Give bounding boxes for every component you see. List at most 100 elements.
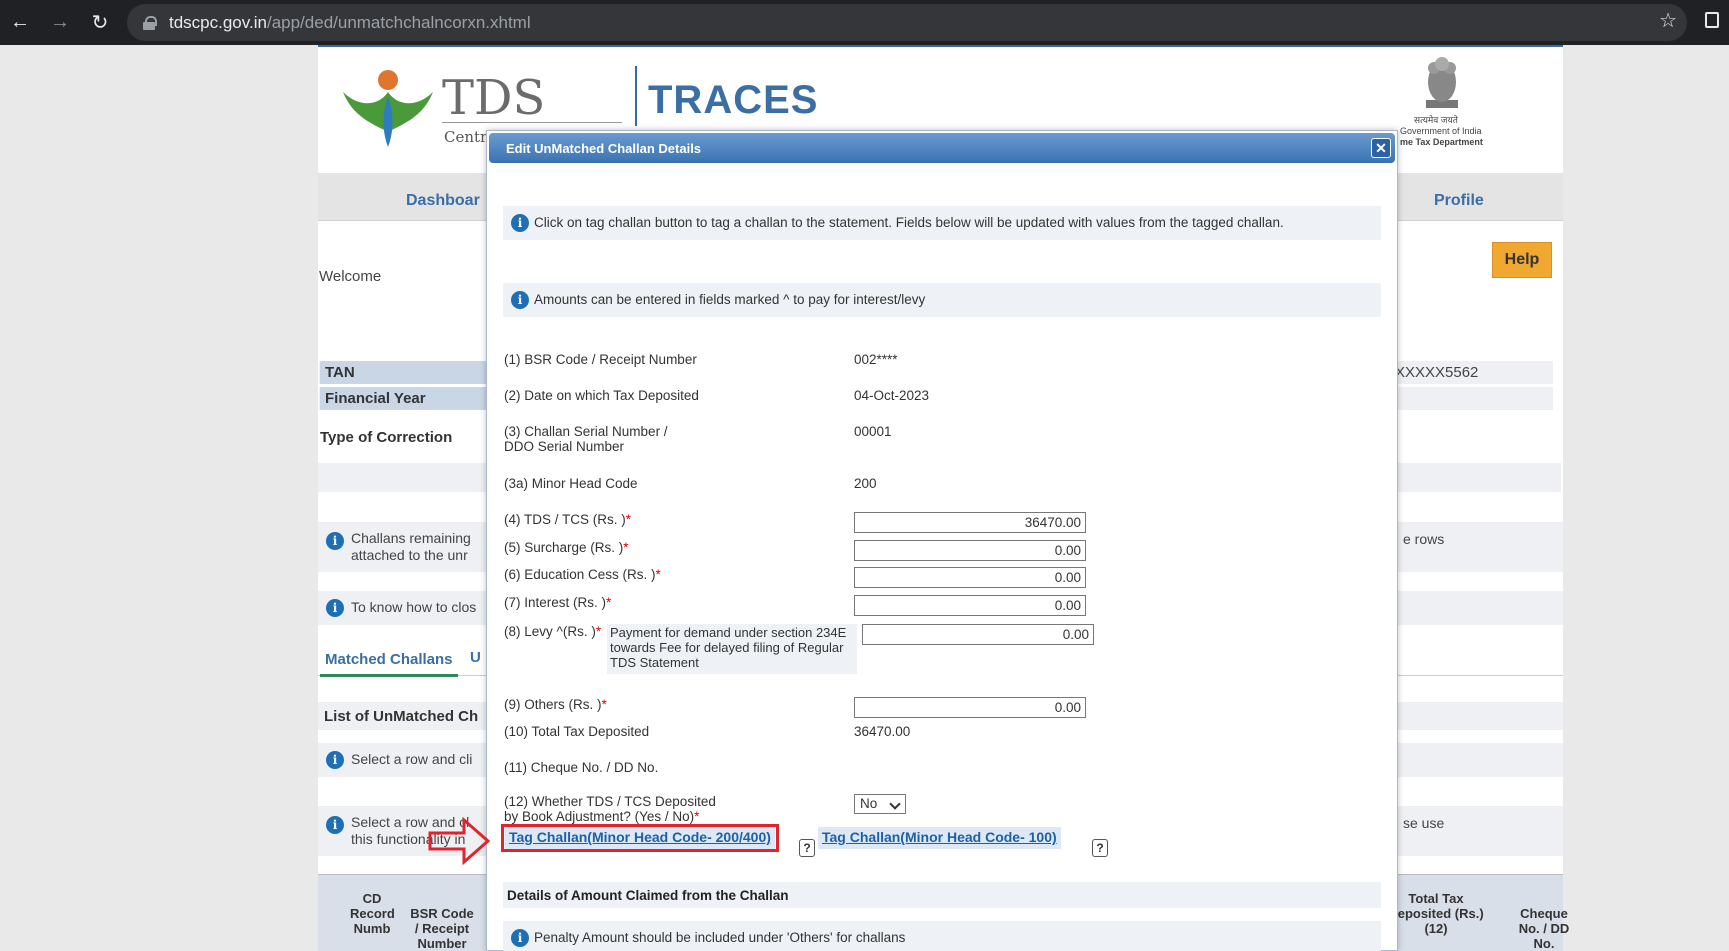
cheque-dd-label: (11) Cheque No. / DD No. <box>504 760 659 775</box>
info-icon: i <box>511 291 529 309</box>
nav-profile[interactable]: Profile <box>1434 192 1484 210</box>
levy-input[interactable] <box>862 624 1094 645</box>
close-icon[interactable]: ✕ <box>1371 138 1391 158</box>
interest-label-text: (7) Interest (Rs. ) <box>504 595 607 610</box>
tag-challan-100-button[interactable]: Tag Challan(Minor Head Code- 100) <box>818 827 1061 849</box>
reload-icon[interactable]: ↻ <box>80 3 120 43</box>
tds-tcs-input[interactable] <box>854 512 1086 533</box>
book-adjustment-line2: by Book Adjustment? (Yes / No) <box>504 809 695 824</box>
info-challans-line2: attached to the unr <box>351 547 468 563</box>
national-emblem-icon <box>1426 57 1458 108</box>
tan-value: XXXXX5562 <box>1395 364 1479 381</box>
sidebar-icon[interactable] <box>1705 12 1719 28</box>
book-adjustment-select[interactable]: No <box>854 794 906 814</box>
education-cess-label-text: (6) Education Cess (Rs. ) <box>504 567 656 582</box>
info-icon: i <box>511 929 529 947</box>
required-mark: * <box>606 595 612 610</box>
required-mark: * <box>601 697 607 712</box>
nav-dashboard[interactable]: Dashboar <box>406 192 480 210</box>
interest-input[interactable] <box>854 595 1086 616</box>
type-of-correction-label: Type of Correction <box>320 429 453 446</box>
info-icon: i <box>326 599 344 617</box>
info-challans-right: e rows <box>1403 531 1445 547</box>
info-amounts-text: Amounts can be entered in fields marked … <box>534 292 926 307</box>
surcharge-input[interactable] <box>854 540 1086 561</box>
levy-label-text: (8) Levy ^(Rs. ) <box>504 624 596 639</box>
total-tax-label: (10) Total Tax Deposited <box>504 724 650 739</box>
traces-title: TRACES <box>648 78 819 122</box>
date-deposited-label: (2) Date on which Tax Deposited <box>504 388 699 403</box>
tab-unmatched-challans[interactable]: U <box>470 649 481 666</box>
challan-serial-label-line2: DDO Serial Number <box>504 439 625 454</box>
address-bar[interactable]: tdscpc.gov.in/app/ded/unmatchchalncorxn.… <box>127 4 1687 41</box>
fy-label: Financial Year <box>320 387 490 410</box>
minor-head-value: 200 <box>854 476 877 491</box>
levy-note: Payment for demand under section 234E to… <box>607 624 857 674</box>
surcharge-label-text: (5) Surcharge (Rs. ) <box>504 540 624 555</box>
header-divider <box>635 66 637 126</box>
help-button[interactable]: Help <box>1492 242 1552 278</box>
dept-name: me Tax Department <box>1400 137 1483 147</box>
surcharge-label: (5) Surcharge (Rs. )* <box>504 540 629 555</box>
levy-label: (8) Levy ^(Rs. )* <box>504 624 601 639</box>
logo-underline <box>442 122 622 123</box>
info-icon: i <box>326 532 344 550</box>
book-adjustment-line1: (12) Whether TDS / TCS Deposited <box>504 794 716 809</box>
date-deposited-value: 04-Oct-2023 <box>854 388 930 403</box>
challan-serial-label: (3) Challan Serial Number / DDO Serial N… <box>504 424 668 454</box>
required-mark: * <box>625 512 632 527</box>
required-mark: * <box>694 809 700 824</box>
help-question-icon[interactable]: ? <box>1092 839 1108 857</box>
info-icon: i <box>511 214 529 232</box>
tan-label: TAN <box>320 361 490 384</box>
book-adjustment-label: (12) Whether TDS / TCS Deposited by Book… <box>504 794 716 824</box>
others-label-text: (9) Others (Rs. ) <box>504 697 602 712</box>
info-penalty: i Penalty Amount should be included unde… <box>503 921 1381 951</box>
url-path: /app/ded/unmatchchalncorxn.xhtml <box>266 12 531 32</box>
bsr-code-value: 002**** <box>854 352 898 367</box>
edit-unmatched-challan-dialog: Edit UnMatched Challan Details ✕ i Click… <box>486 130 1398 951</box>
th-bsr-code: BSR Code / Receipt Number <box>410 906 474 951</box>
forward-icon[interactable]: → <box>40 3 80 43</box>
goi-text: सत्यमेव जयते Government of India me Tax … <box>1400 115 1483 148</box>
info-icon: i <box>326 751 344 769</box>
bookmark-star-icon[interactable]: ☆ <box>1659 8 1677 33</box>
list-header-text: List of UnMatched Ch <box>324 708 479 725</box>
tab-matched-challans[interactable]: Matched Challans <box>320 649 458 677</box>
th-total-tax: Total Tax Deposited (Rs.) (12) <box>1388 891 1484 936</box>
goi-hindi: सत्यमेव जयते <box>1414 115 1458 125</box>
others-label: (9) Others (Rs. )* <box>504 697 607 712</box>
back-icon[interactable]: ← <box>0 3 40 43</box>
required-mark: * <box>623 540 629 555</box>
required-mark: * <box>655 567 661 582</box>
bsr-code-label: (1) BSR Code / Receipt Number <box>504 352 697 367</box>
total-tax-value: 36470.00 <box>854 724 911 739</box>
challan-serial-label-line1: (3) Challan Serial Number / <box>504 424 668 439</box>
goi-english: Government of India <box>1400 126 1482 136</box>
top-accent-line <box>318 45 1563 47</box>
challan-serial-value: 00001 <box>854 424 892 439</box>
required-mark: * <box>595 624 602 639</box>
details-amount-header: Details of Amount Claimed from the Chall… <box>503 882 1381 908</box>
info-select-text: Select a row and cli <box>351 751 473 767</box>
info-challans-line1: Challans remaining <box>351 530 471 546</box>
minor-head-label: (3a) Minor Head Code <box>504 476 638 491</box>
tds-tcs-label: (4) TDS / TCS (Rs. )* <box>504 512 631 527</box>
info-tag-challan: i Click on tag challan button to tag a c… <box>503 206 1381 240</box>
red-arrow-icon <box>428 816 490 866</box>
info-amounts: i Amounts can be entered in fields marke… <box>503 283 1381 317</box>
info-know-text: To know how to clos <box>351 599 477 615</box>
info-icon: i <box>326 816 344 834</box>
education-cess-label: (6) Education Cess (Rs. )* <box>504 567 661 582</box>
tds-tcs-label-text: (4) TDS / TCS (Rs. ) <box>504 512 626 527</box>
help-question-icon[interactable]: ? <box>799 839 815 857</box>
lock-icon <box>143 15 157 30</box>
url-host: tdscpc.gov.in <box>169 12 267 32</box>
others-input[interactable] <box>854 697 1086 718</box>
interest-label: (7) Interest (Rs. )* <box>504 595 611 610</box>
dialog-titlebar: Edit UnMatched Challan Details ✕ <box>489 133 1395 163</box>
welcome-text: Welcome <box>319 268 382 285</box>
info-penalty-text: Penalty Amount should be included under … <box>534 930 906 945</box>
tds-logo-icon <box>343 70 433 147</box>
education-cess-input[interactable] <box>854 567 1086 588</box>
